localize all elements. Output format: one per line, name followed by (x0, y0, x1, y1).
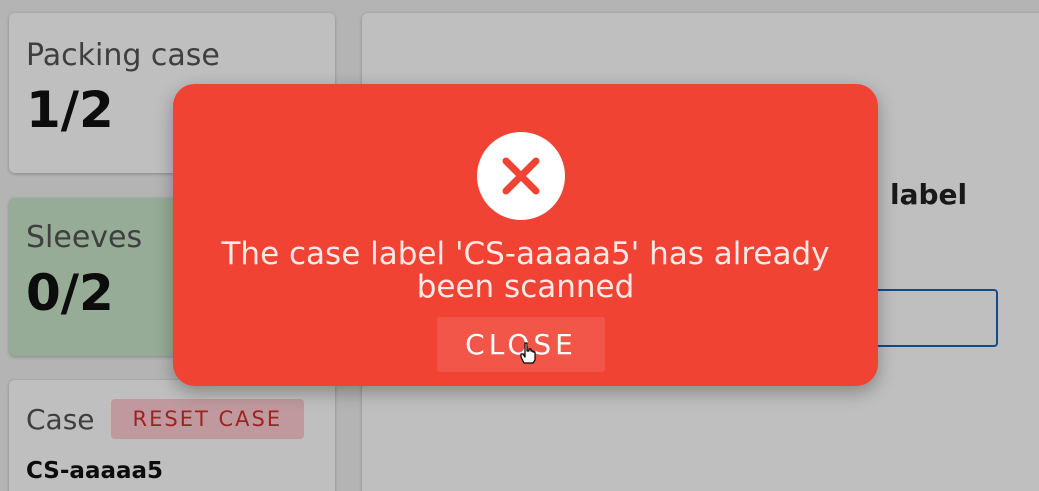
app-screen: Packing case 1/2 Sleeves 0/2 Case RESET … (0, 0, 1039, 491)
error-message: The case label 'CS-aaaaa5' has already b… (221, 236, 830, 305)
error-x-icon (477, 132, 565, 220)
hand-pointer-icon (520, 342, 536, 364)
error-dialog: The case label 'CS-aaaaa5' has already b… (173, 84, 878, 386)
